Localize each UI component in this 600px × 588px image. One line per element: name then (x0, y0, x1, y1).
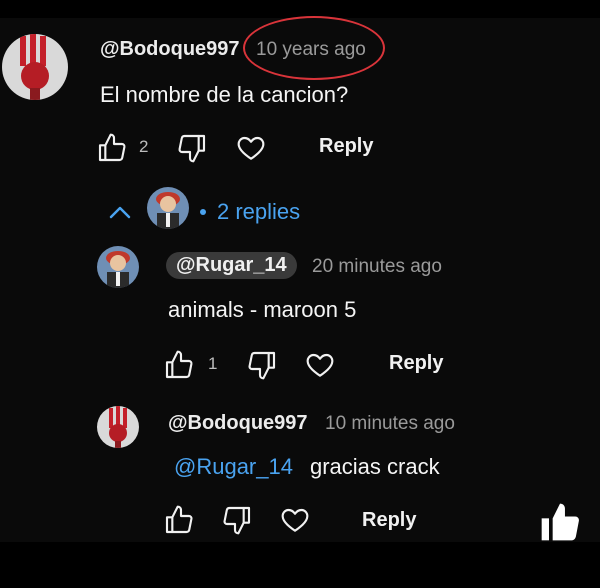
heart-icon[interactable] (235, 132, 267, 164)
thumbs-up-icon[interactable] (96, 132, 128, 164)
reply2-mention[interactable]: @Rugar_14 (174, 454, 293, 480)
bottom-letterbox (0, 542, 600, 588)
replies-toggle[interactable]: 2 replies (217, 199, 300, 225)
replies-dot (200, 209, 206, 215)
chevron-up-icon[interactable] (108, 202, 132, 222)
highlight-circle (243, 16, 385, 80)
reply2-text: gracias crack (310, 454, 440, 479)
reply2-timestamp[interactable]: 10 minutes ago (325, 413, 455, 435)
avatar-bodoque997[interactable] (2, 34, 68, 100)
reply-author-pill[interactable]: @Rugar_14 (166, 252, 297, 279)
thumbs-down-icon[interactable] (246, 349, 278, 381)
reply-like-count: 1 (208, 354, 218, 373)
reply-text: animals - maroon 5 (168, 297, 357, 322)
comment-text: El nombre de la cancion? (100, 82, 349, 107)
like-watermark-icon (538, 500, 582, 544)
comment-reply-button[interactable]: Reply (319, 135, 373, 158)
comment-like-count: 2 (139, 137, 149, 156)
reply2-reply-button[interactable]: Reply (362, 509, 416, 532)
thumbs-up-icon[interactable] (163, 504, 195, 536)
avatar-bodoque997-small[interactable] (97, 406, 139, 448)
top-letterbox (0, 0, 600, 18)
thumbs-up-icon[interactable] (163, 349, 195, 381)
avatar-rugar14[interactable] (97, 246, 139, 288)
reply-reply-button[interactable]: Reply (389, 352, 443, 375)
reply-timestamp[interactable]: 20 minutes ago (312, 256, 442, 278)
thumbs-down-icon[interactable] (221, 504, 253, 536)
heart-icon[interactable] (304, 349, 336, 381)
replies-avatar-rugar14 (147, 187, 189, 229)
comment-author[interactable]: @Bodoque997 (100, 38, 240, 61)
thumbs-down-icon[interactable] (176, 132, 208, 164)
reply2-author[interactable]: @Bodoque997 (168, 412, 308, 435)
heart-icon[interactable] (279, 504, 311, 536)
